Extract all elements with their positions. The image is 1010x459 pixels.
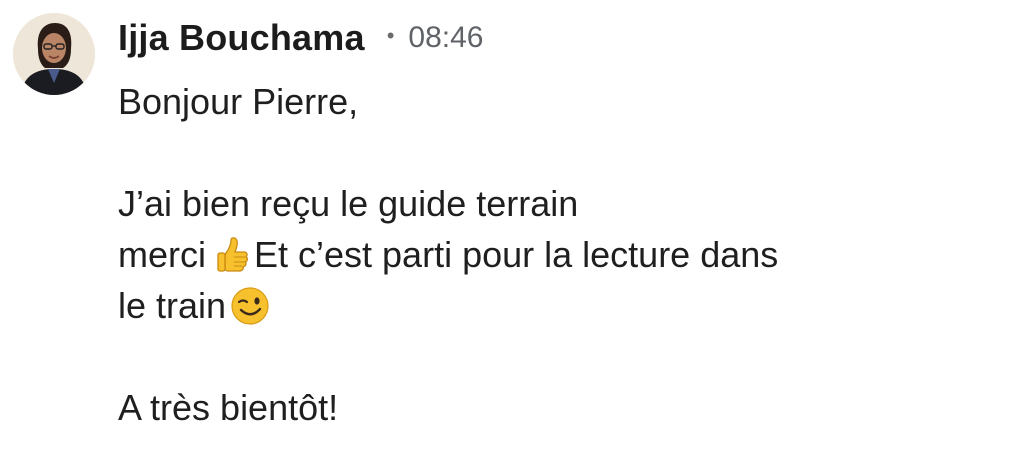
body-line-1: J’ai bien reçu le guide terrain <box>118 183 579 224</box>
sender-name[interactable]: Ijja Bouchama <box>118 17 365 59</box>
winking-face-icon <box>230 286 270 326</box>
chat-message: Ijja Bouchama • 08:46 Bonjour Pierre, J’… <box>0 0 1010 459</box>
avatar-photo <box>13 13 95 95</box>
thumbs-up-icon <box>212 235 252 275</box>
signoff-line: A très bientôt! <box>118 387 339 428</box>
sender-avatar[interactable] <box>13 13 95 95</box>
greeting-line: Bonjour Pierre, <box>118 81 359 122</box>
message-header: Ijja Bouchama • 08:46 <box>118 14 483 62</box>
body-line-3-text: le train <box>118 285 227 326</box>
body-line-3: le train <box>118 280 998 331</box>
body-line-2-start: merci <box>118 234 206 275</box>
message-timestamp: 08:46 <box>408 21 484 54</box>
body-line-2: merci Et c’est parti pour la lecture dan… <box>118 229 998 280</box>
message-body: Bonjour Pierre, J’ai bien reçu le guide … <box>118 76 998 433</box>
separator-dot: • <box>386 23 395 48</box>
body-line-2-end: Et c’est parti pour la lecture dans <box>254 234 779 275</box>
